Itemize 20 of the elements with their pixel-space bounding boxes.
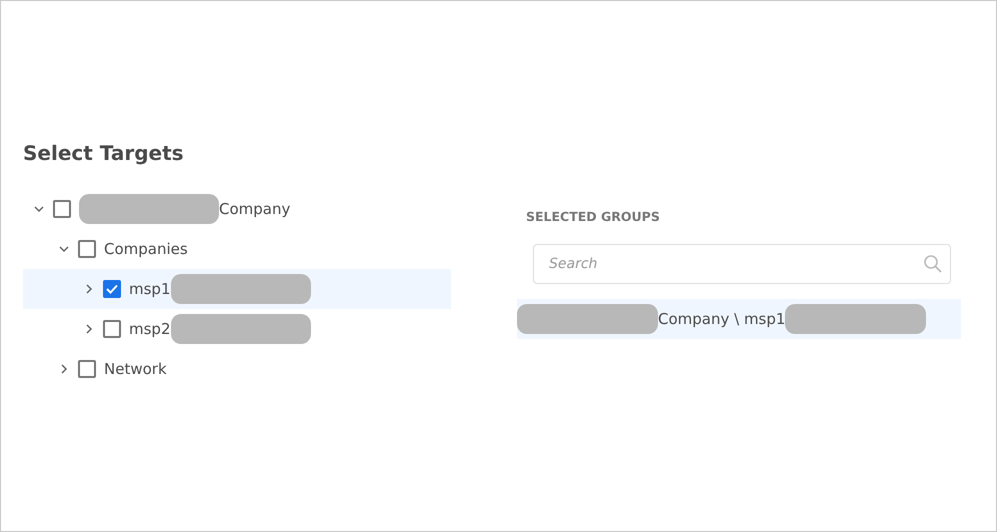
tree-row[interactable]: msp2 (23, 309, 451, 349)
checkbox[interactable] (103, 320, 121, 338)
tree-item-label: Company (219, 200, 290, 218)
group-path: Company \ msp1 (658, 310, 786, 328)
tree-item-label: Companies (104, 240, 188, 258)
page-title: Select Targets (23, 141, 185, 165)
checkbox[interactable] (53, 200, 71, 218)
tree-item-label: msp2 (129, 320, 170, 338)
tree-item-label: Network (104, 360, 167, 378)
tree-row[interactable]: Network (23, 349, 451, 389)
checkbox[interactable] (78, 360, 96, 378)
checkbox[interactable] (78, 240, 96, 258)
tree-row[interactable]: msp1 (23, 269, 451, 309)
section-heading: SELECTED GROUPS (526, 209, 661, 224)
tree-row[interactable]: Company (23, 189, 451, 229)
checkbox[interactable] (103, 280, 121, 298)
tree-item-label: msp1 (129, 280, 170, 298)
selected-group-row[interactable]: Company \ msp1 (517, 299, 961, 339)
search-field[interactable]: Search (533, 244, 951, 284)
tree-row[interactable]: Companies (23, 229, 451, 269)
